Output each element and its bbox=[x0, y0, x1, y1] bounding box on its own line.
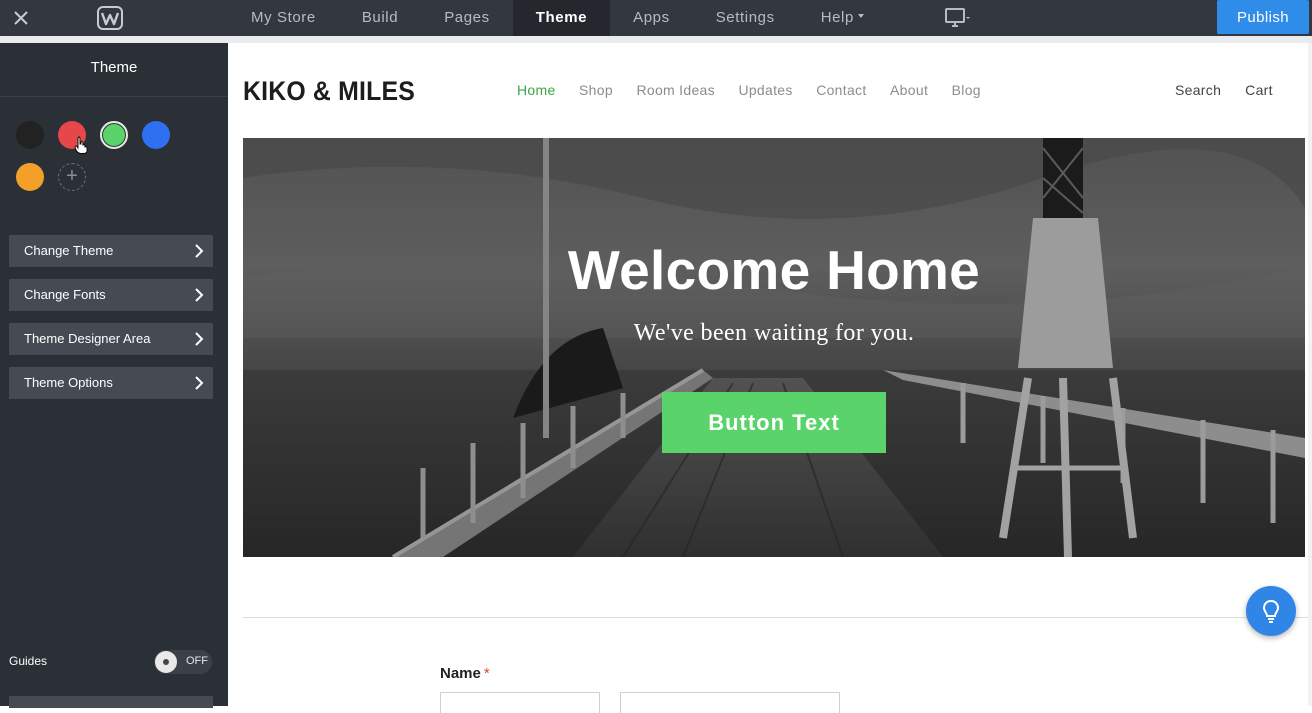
swatch-orange[interactable] bbox=[16, 163, 44, 191]
site-brand-logo[interactable]: KIKO & MILES bbox=[243, 76, 415, 107]
site-nav-about[interactable]: About bbox=[890, 82, 928, 98]
nav-label: Pages bbox=[444, 9, 490, 26]
guides-toggle[interactable]: OFF bbox=[154, 650, 212, 674]
theme-designer-area-button[interactable]: Theme Designer Area bbox=[9, 323, 213, 355]
site-cart-link[interactable]: Cart bbox=[1245, 82, 1273, 98]
swatch-black[interactable] bbox=[16, 121, 44, 149]
site-nav: Home Shop Room Ideas Updates Contact About Blo… bbox=[517, 82, 1004, 98]
nav-label: Help bbox=[820, 9, 854, 26]
chevron-right-icon bbox=[195, 376, 204, 390]
site-nav-room-ideas[interactable]: Room Ideas bbox=[636, 82, 714, 98]
site-search-link[interactable]: Search bbox=[1175, 82, 1221, 98]
nav-settings[interactable]: Settings bbox=[693, 0, 798, 36]
nav-label: Build bbox=[361, 9, 399, 26]
nav-theme[interactable]: Theme bbox=[512, 0, 611, 36]
site-nav-shop[interactable]: Shop bbox=[579, 82, 613, 98]
weebly-logo-icon[interactable] bbox=[97, 6, 123, 30]
chevron-right-icon bbox=[195, 244, 204, 258]
sidebar-title: Theme bbox=[0, 43, 228, 97]
nav-label: My Store bbox=[251, 9, 316, 26]
device-preview-button[interactable] bbox=[944, 6, 978, 30]
required-asterisk: * bbox=[483, 665, 490, 682]
nav-help[interactable]: Help bbox=[798, 0, 887, 36]
nav-label: Theme bbox=[535, 9, 588, 26]
toggle-knob bbox=[155, 651, 177, 673]
hero-subtitle[interactable]: We've been waiting for you. bbox=[243, 320, 1305, 347]
nav-pages[interactable]: Pages bbox=[421, 0, 513, 36]
guides-toggle-state: OFF bbox=[186, 655, 208, 667]
lightbulb-icon bbox=[1262, 599, 1280, 623]
chevron-right-icon bbox=[195, 288, 204, 302]
nav-build[interactable]: Build bbox=[339, 0, 421, 36]
hero-banner[interactable]: Welcome Home We've been waiting for you.… bbox=[243, 138, 1305, 557]
desktop-monitor-icon bbox=[945, 8, 970, 27]
hero-overlay bbox=[243, 138, 1305, 557]
change-fonts-button[interactable]: Change Fonts bbox=[9, 279, 213, 311]
last-name-input[interactable] bbox=[620, 692, 840, 713]
hero-title[interactable]: Welcome Home bbox=[243, 238, 1305, 302]
site-preview: KIKO & MILES Home Shop Room Ideas Updates Co… bbox=[228, 43, 1312, 713]
close-icon[interactable] bbox=[10, 7, 32, 29]
theme-options-label: Theme Options bbox=[24, 375, 113, 390]
swatch-green[interactable] bbox=[100, 121, 128, 149]
site-utility-links: Search Cart bbox=[1175, 82, 1297, 98]
theme-sidebar: Theme + Change Theme Change Fonts Theme … bbox=[0, 43, 228, 708]
swatch-red[interactable] bbox=[58, 121, 86, 149]
theme-options-button[interactable]: Theme Options bbox=[9, 367, 213, 399]
site-nav-updates[interactable]: Updates bbox=[738, 82, 792, 98]
swatch-blue[interactable] bbox=[142, 121, 170, 149]
preview-scrollbar[interactable] bbox=[1308, 43, 1312, 706]
change-theme-label: Change Theme bbox=[24, 243, 114, 258]
chevron-right-icon bbox=[195, 332, 204, 346]
caret-down-icon bbox=[857, 14, 864, 19]
change-fonts-label: Change Fonts bbox=[24, 287, 106, 302]
publish-button[interactable]: Publish bbox=[1217, 0, 1309, 34]
sidebar-bottom-panel[interactable] bbox=[9, 696, 213, 708]
name-field-label: Name * bbox=[440, 665, 490, 682]
name-label-text: Name bbox=[440, 665, 481, 682]
nav-my-store[interactable]: My Store bbox=[228, 0, 339, 36]
site-nav-contact[interactable]: Contact bbox=[816, 82, 866, 98]
guides-label: Guides bbox=[9, 654, 48, 668]
hero-cta-button[interactable]: Button Text bbox=[662, 392, 886, 453]
nav-apps[interactable]: Apps bbox=[610, 0, 693, 36]
top-toolbar: My Store Build Pages Theme Apps Settings Help … bbox=[0, 0, 1312, 43]
help-lightbulb-button[interactable] bbox=[1246, 586, 1296, 636]
nav-label: Settings bbox=[715, 9, 775, 26]
add-color-plus-icon[interactable]: + bbox=[58, 163, 86, 191]
first-name-input[interactable] bbox=[440, 692, 600, 713]
section-divider bbox=[243, 617, 1312, 618]
main-nav: My Store Build Pages Theme Apps Settings Help bbox=[228, 0, 887, 36]
nav-label: Apps bbox=[633, 9, 670, 26]
site-nav-blog[interactable]: Blog bbox=[952, 82, 981, 98]
site-nav-home[interactable]: Home bbox=[517, 82, 556, 98]
change-theme-button[interactable]: Change Theme bbox=[9, 235, 213, 267]
theme-designer-area-label: Theme Designer Area bbox=[24, 331, 151, 346]
